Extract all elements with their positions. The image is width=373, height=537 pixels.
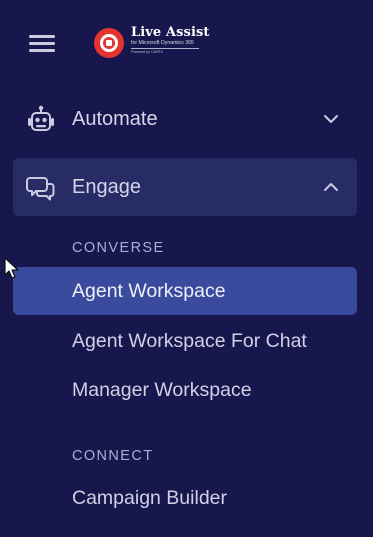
section-header-connect: CONNECT xyxy=(72,448,154,464)
navigation-sidebar: Live Assist for Microsoft Dynamics 365 P… xyxy=(0,0,373,537)
logo-powered-by: Powered by CAFEX xyxy=(131,50,163,54)
logo-mark-icon xyxy=(94,28,124,58)
logo-subtitle: for Microsoft Dynamics 365 xyxy=(131,40,194,46)
hamburger-menu-icon[interactable] xyxy=(29,33,55,53)
logo-divider xyxy=(131,48,199,49)
chevron-up-icon[interactable] xyxy=(323,179,339,195)
robot-icon xyxy=(28,105,54,131)
logo-text: Live Assist for Microsoft Dynamics 365 P… xyxy=(131,26,210,55)
nav-item-engage[interactable]: Engage xyxy=(13,158,357,216)
menu-item-label: Campaign Builder xyxy=(72,487,228,509)
mouse-pointer-icon xyxy=(4,257,19,279)
logo-title: Live Assist xyxy=(131,25,210,40)
menu-item-label: Manager Workspace xyxy=(72,379,252,401)
nav-item-automate-label: Automate xyxy=(72,108,158,130)
menu-item-campaign-builder[interactable]: Campaign Builder xyxy=(13,474,357,522)
chevron-down-icon[interactable] xyxy=(323,111,339,127)
menu-item-label: Agent Workspace xyxy=(72,280,226,302)
nav-item-engage-label: Engage xyxy=(72,176,141,198)
menu-item-label: Agent Workspace For Chat xyxy=(72,330,307,352)
nav-item-automate[interactable]: Automate xyxy=(13,90,357,148)
section-header-converse: CONVERSE xyxy=(72,240,165,256)
chat-bubbles-icon xyxy=(26,177,55,201)
menu-item-manager-workspace[interactable]: Manager Workspace xyxy=(13,366,357,414)
sidebar-header: Live Assist for Microsoft Dynamics 365 P… xyxy=(0,0,373,84)
menu-item-agent-workspace-for-chat[interactable]: Agent Workspace For Chat xyxy=(13,317,357,365)
menu-item-agent-workspace[interactable]: Agent Workspace xyxy=(13,267,357,315)
